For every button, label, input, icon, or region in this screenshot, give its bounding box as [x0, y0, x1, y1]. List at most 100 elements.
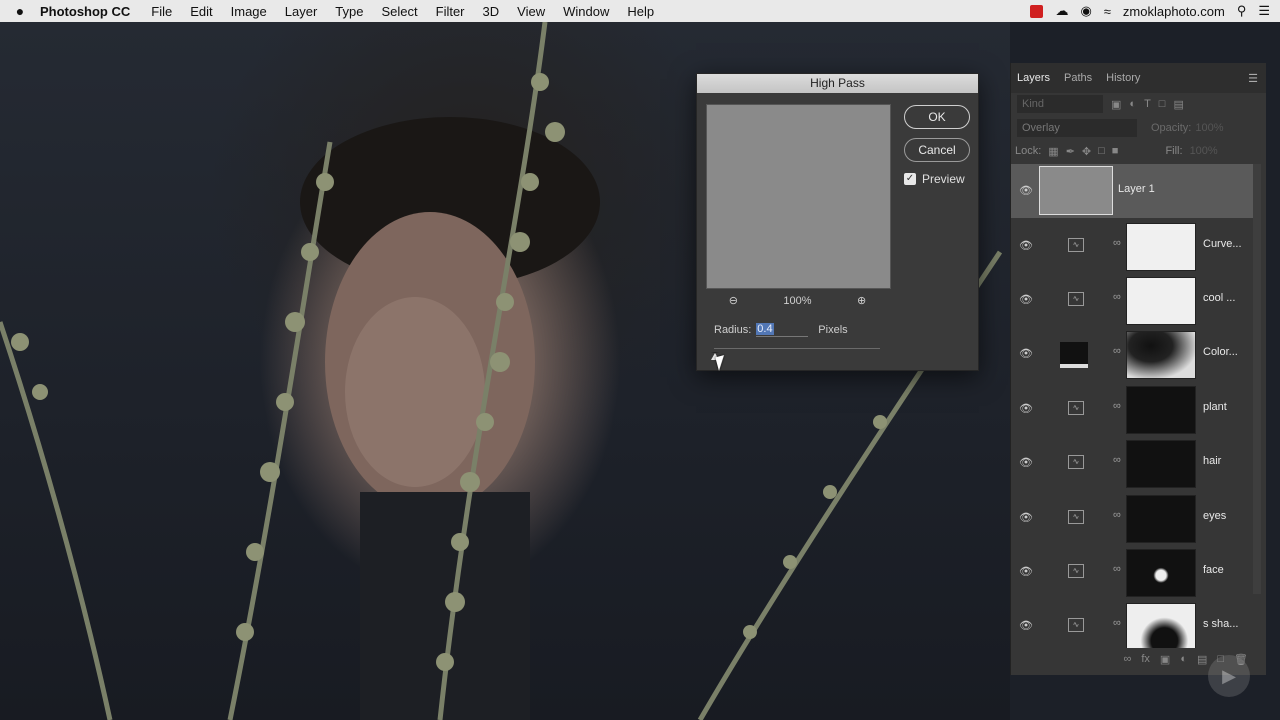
lock-artboard-icon[interactable]: □ — [1098, 145, 1105, 157]
visibility-eye-icon[interactable]: 👁 — [1019, 347, 1033, 360]
layer-row-eyes[interactable]: 👁 ∿ ∞ eyes — [1011, 491, 1256, 545]
panel-menu-icon[interactable]: ☰ — [1248, 72, 1258, 85]
panel-tabs: Layers Paths History — [1011, 63, 1266, 93]
lock-row: Lock: ▦ ✒ ✥ □ ■ Fill: 100% — [1015, 142, 1255, 160]
filter-shape-icon[interactable]: □ — [1159, 98, 1166, 110]
layer-row-plant[interactable]: 👁 ∿ ∞ plant — [1011, 382, 1256, 436]
menu-help[interactable]: Help — [627, 4, 654, 19]
zoom-controls: ⊖ 100% ⊕ — [706, 294, 889, 308]
menu-type[interactable]: Type — [335, 4, 363, 19]
tab-paths[interactable]: Paths — [1064, 72, 1092, 84]
mask-link-icon[interactable]: ∞ — [1113, 345, 1121, 357]
menu-layer[interactable]: Layer — [285, 4, 318, 19]
menu-select[interactable]: Select — [381, 4, 417, 19]
layer-name: cool ... — [1203, 292, 1236, 304]
high-pass-dialog: High Pass OK Cancel ✓ Preview ⊖ 100% ⊕ R… — [696, 73, 979, 371]
layer-thumbnail — [1039, 166, 1113, 215]
preview-checkbox[interactable]: ✓ — [904, 173, 916, 185]
fx-icon[interactable]: fx — [1141, 653, 1150, 665]
layer-row-color[interactable]: 👁 ∞ Color... — [1011, 327, 1256, 381]
filter-pixel-icon[interactable]: ▣ — [1111, 98, 1121, 111]
visibility-eye-icon[interactable]: 👁 — [1019, 239, 1033, 252]
visibility-eye-icon[interactable]: 👁 — [1019, 511, 1033, 524]
lock-brush-icon[interactable]: ✒ — [1066, 145, 1075, 158]
filter-preview[interactable] — [706, 104, 891, 289]
filter-adjustment-icon[interactable]: ◐ — [1129, 98, 1136, 110]
menu-window[interactable]: Window — [563, 4, 609, 19]
filter-kind-select[interactable]: Kind — [1017, 95, 1103, 113]
video-play-icon[interactable]: ▶ — [1208, 655, 1250, 697]
tab-layers[interactable]: Layers — [1017, 72, 1050, 84]
account-name[interactable]: zmoklaphoto.com — [1123, 4, 1225, 19]
curves-adjustment-icon: ∿ — [1068, 401, 1084, 415]
radius-unit: Pixels — [818, 323, 848, 336]
visibility-eye-icon[interactable]: 👁 — [1019, 402, 1033, 415]
visibility-eye-icon[interactable]: 👁 — [1019, 619, 1033, 632]
visibility-eye-icon[interactable]: 👁 — [1019, 293, 1033, 306]
list-icon[interactable]: ☰ — [1258, 3, 1270, 19]
mask-link-icon[interactable]: ∞ — [1113, 563, 1121, 575]
radius-slider-track[interactable] — [714, 348, 880, 349]
menu-file[interactable]: File — [151, 4, 172, 19]
lock-transparent-icon[interactable]: ▦ — [1048, 145, 1058, 158]
layer-name: Layer 1 — [1118, 183, 1155, 195]
menu-image[interactable]: Image — [231, 4, 267, 19]
visibility-eye-icon[interactable]: 👁 — [1019, 565, 1033, 578]
filter-smart-object-icon[interactable]: ▤ — [1173, 98, 1183, 111]
layer-row-curves[interactable]: 👁 ∿ ∞ Curve... — [1011, 219, 1256, 273]
radius-input[interactable]: 0.4 — [756, 322, 809, 337]
mask-link-icon[interactable]: ∞ — [1113, 291, 1121, 303]
curves-adjustment-icon: ∿ — [1068, 238, 1084, 252]
fill-label: Fill: — [1165, 145, 1183, 157]
layer-row-s-sha[interactable]: 👁 ∿ ∞ s sha... — [1011, 599, 1256, 648]
layers-list: 👁 Layer 1 👁 ∿ ∞ Curve... 👁 ∿ ∞ cool ... … — [1011, 164, 1256, 648]
layer-name: plant — [1203, 401, 1227, 413]
lock-all-icon[interactable]: ■ — [1112, 145, 1119, 157]
visibility-eye-icon[interactable]: 👁 — [1019, 184, 1033, 197]
wifi-icon[interactable]: ≈ — [1104, 4, 1111, 19]
menu-filter[interactable]: Filter — [436, 4, 465, 19]
mask-link-icon[interactable]: ∞ — [1113, 400, 1121, 412]
menu-edit[interactable]: Edit — [190, 4, 212, 19]
search-icon[interactable]: ⚲ — [1237, 3, 1247, 19]
menu-3d[interactable]: 3D — [483, 4, 500, 19]
fill-value[interactable]: 100% — [1190, 145, 1218, 157]
dialog-title[interactable]: High Pass — [697, 74, 978, 93]
zoom-level: 100% — [783, 294, 812, 307]
layer-row-face[interactable]: 👁 ∿ ∞ face — [1011, 545, 1256, 599]
mask-link-icon[interactable]: ∞ — [1113, 509, 1121, 521]
creative-cloud-icon[interactable]: ◉ — [1080, 3, 1091, 19]
ok-button[interactable]: OK — [904, 105, 970, 129]
apple-menu-icon[interactable]: ● — [0, 3, 40, 19]
opacity-value[interactable]: 100% — [1195, 122, 1223, 134]
radius-label: Radius: — [714, 323, 752, 336]
app-menu[interactable]: Photoshop CC — [40, 4, 130, 19]
mask-link-icon[interactable]: ∞ — [1113, 454, 1121, 466]
curves-adjustment-icon: ∿ — [1068, 564, 1084, 578]
layer-mask-thumbnail — [1126, 277, 1196, 325]
layers-scrollbar[interactable] — [1253, 164, 1261, 594]
lock-move-icon[interactable]: ✥ — [1082, 145, 1091, 158]
link-layers-icon[interactable]: ∞ — [1124, 653, 1132, 665]
add-mask-icon[interactable]: ▣ — [1160, 653, 1170, 666]
preview-option[interactable]: ✓ Preview — [904, 172, 965, 186]
tab-history[interactable]: History — [1106, 72, 1140, 84]
new-group-icon[interactable]: ▤ — [1197, 653, 1207, 666]
layers-panel: Layers Paths History ☰ Kind ▣ ◐ T □ ▤ Ov… — [1010, 63, 1266, 675]
zoom-in-icon[interactable]: ⊕ — [857, 294, 866, 307]
zoom-out-icon[interactable]: ⊖ — [729, 294, 738, 307]
layer-row-hair[interactable]: 👁 ∿ ∞ hair — [1011, 436, 1256, 490]
visibility-eye-icon[interactable]: 👁 — [1019, 456, 1033, 469]
blend-mode-select[interactable]: Overlay — [1017, 119, 1137, 137]
filter-type-icon[interactable]: T — [1144, 98, 1151, 110]
layer-mask-thumbnail — [1126, 495, 1196, 543]
mask-link-icon[interactable]: ∞ — [1113, 617, 1121, 629]
cancel-button[interactable]: Cancel — [904, 138, 970, 162]
new-adjustment-icon[interactable]: ◐ — [1180, 653, 1187, 665]
app-badge-icon[interactable] — [1030, 4, 1044, 18]
layer-row-cool[interactable]: 👁 ∿ ∞ cool ... — [1011, 273, 1256, 327]
cloud-icon[interactable]: ☁ — [1055, 3, 1068, 19]
menu-view[interactable]: View — [517, 4, 545, 19]
mask-link-icon[interactable]: ∞ — [1113, 237, 1121, 249]
layer-row-layer-1[interactable]: 👁 Layer 1 — [1011, 164, 1256, 218]
